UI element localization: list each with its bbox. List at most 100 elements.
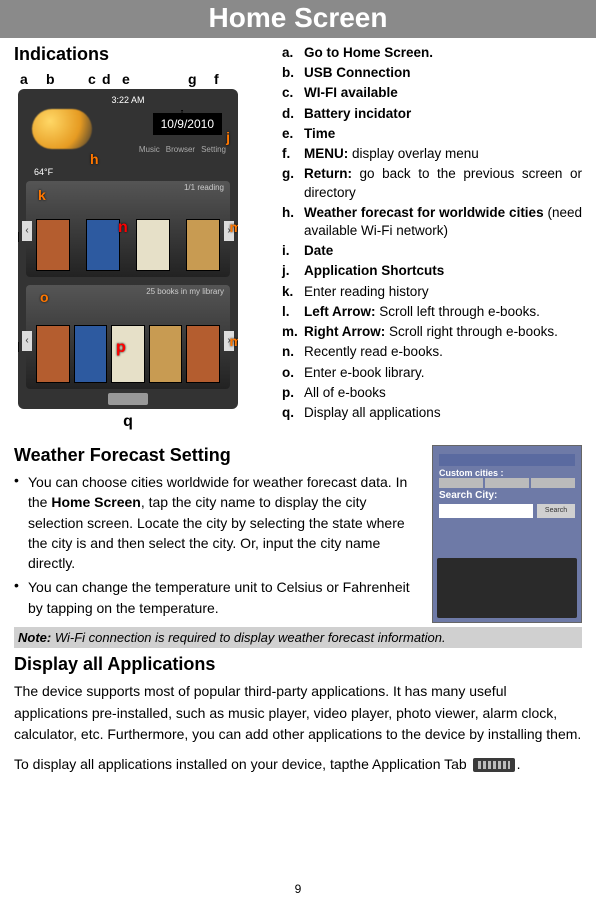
book-cover (86, 219, 120, 271)
def-desc: Go to Home Screen. (304, 44, 582, 62)
def-letter: m. (282, 323, 304, 341)
def-letter: k. (282, 283, 304, 301)
left-arrow-icon: ‹ (22, 331, 32, 351)
overlay-l2: l (18, 339, 20, 355)
def-desc: Weather forecast for worldwide cities (n… (304, 204, 582, 240)
def-letter: j. (282, 262, 304, 280)
device-date: 10/9/2010 (153, 113, 222, 135)
application-tab-icon (108, 393, 148, 405)
legend-row: a b c d e g f (14, 71, 274, 87)
overlay-m2: m (230, 333, 238, 349)
indications-heading: Indications (14, 44, 274, 65)
overlay-i: i (180, 107, 184, 123)
legend-b: b (46, 71, 88, 87)
def-letter: i. (282, 242, 304, 260)
def-desc: MENU: display overlay menu (304, 145, 582, 163)
def-desc: Time (304, 125, 582, 143)
def-letter: c. (282, 84, 304, 102)
display-apps-paragraph-2: To display all applications installed on… (14, 754, 582, 776)
def-letter: g. (282, 165, 304, 201)
def-desc: Enter reading history (304, 283, 582, 301)
search-button: Search (537, 504, 575, 518)
def-desc: All of e-books (304, 384, 582, 402)
keyboard-icon (437, 558, 577, 618)
overlay-k: k (38, 187, 46, 203)
weather-heading: Weather Forecast Setting (14, 445, 422, 466)
legend-f: f (214, 71, 234, 87)
note-bar: Note: Wi-Fi connection is required to di… (14, 627, 582, 648)
def-letter: h. (282, 204, 304, 240)
def-desc: Right Arrow: Scroll right through e-book… (304, 323, 582, 341)
device-screenshot: 3:22 AM 10/9/2010 Music Browser Setting … (18, 89, 238, 409)
def-desc: Recently read e-books. (304, 343, 582, 361)
legend-c: c (88, 71, 102, 87)
def-desc: Date (304, 242, 582, 260)
book-cover (36, 325, 70, 383)
def-desc: Display all applications (304, 404, 582, 422)
weather-bullet: • You can choose cities worldwide for we… (14, 472, 422, 573)
book-cover (186, 219, 220, 271)
overlay-j: j (226, 129, 230, 145)
book-cover (74, 325, 108, 383)
device-status-time: 3:22 AM (18, 95, 238, 105)
city-search-input (439, 504, 533, 518)
shortcut-music: Music (139, 145, 160, 154)
definitions-list: a.Go to Home Screen. b.USB Connection c.… (282, 44, 582, 431)
shortcut-browser: Browser (166, 145, 195, 154)
def-desc: Left Arrow: Scroll left through e-books. (304, 303, 582, 321)
bullet-icon: • (14, 472, 28, 573)
device-temp: 64°F (34, 167, 53, 177)
def-letter: o. (282, 364, 304, 382)
overlay-l: l (18, 229, 20, 245)
def-letter: p. (282, 384, 304, 402)
def-desc: Enter e-book library. (304, 364, 582, 382)
weather-icon (32, 109, 92, 149)
display-apps-heading: Display all Applications (14, 654, 582, 675)
display-apps-paragraph-1: The device supports most of popular thir… (14, 681, 582, 746)
overlay-h: h (90, 151, 99, 167)
def-desc: Return: go back to the previous screen o… (304, 165, 582, 201)
legend-a: a (20, 71, 46, 87)
page-title-bar: Home Screen (0, 0, 596, 38)
overlay-p: p (116, 339, 126, 357)
book-cover (149, 325, 183, 383)
def-letter: n. (282, 343, 304, 361)
device-shortcuts: Music Browser Setting (139, 145, 226, 154)
def-letter: l. (282, 303, 304, 321)
def-letter: a. (282, 44, 304, 62)
def-letter: f. (282, 145, 304, 163)
overlay-o: o (40, 289, 49, 305)
legend-e: e (122, 71, 188, 87)
def-letter: d. (282, 105, 304, 123)
page-number: 9 (0, 882, 596, 896)
overlay-n: n (118, 219, 128, 237)
bullet-icon: • (14, 577, 28, 618)
weather-section: Weather Forecast Setting • You can choos… (14, 445, 582, 623)
overlay-q: q (18, 413, 238, 431)
legend-g: g (188, 71, 214, 87)
left-arrow-icon: ‹ (22, 221, 32, 241)
weather-bullet: • You can change the temperature unit to… (14, 577, 422, 618)
legend-d: d (102, 71, 122, 87)
search-city-label: Search City: (439, 490, 497, 501)
library-shelf: 25 books in my library (26, 285, 230, 389)
overlay-m: m (230, 219, 238, 235)
def-letter: e. (282, 125, 304, 143)
book-cover (36, 219, 70, 271)
book-cover (186, 325, 220, 383)
shelf2-caption: 25 books in my library (146, 287, 224, 296)
weather-text-column: Weather Forecast Setting • You can choos… (14, 445, 422, 622)
def-letter: b. (282, 64, 304, 82)
def-desc: WI-FI available (304, 84, 582, 102)
weather-settings-screenshot: Custom cities : Search City: Search (432, 445, 582, 623)
def-desc: Battery incidator (304, 105, 582, 123)
top-two-column: Indications a b c d e g f 3:22 AM 10/9/2… (14, 44, 582, 431)
shortcut-setting: Setting (201, 145, 226, 154)
def-letter: q. (282, 404, 304, 422)
book-cover (136, 219, 170, 271)
def-desc: Application Shortcuts (304, 262, 582, 280)
weather-bullet-text: You can choose cities worldwide for weat… (28, 472, 422, 573)
shelf1-caption: 1/1 reading (184, 183, 224, 192)
custom-cities-label: Custom cities : (439, 468, 504, 478)
def-desc: USB Connection (304, 64, 582, 82)
